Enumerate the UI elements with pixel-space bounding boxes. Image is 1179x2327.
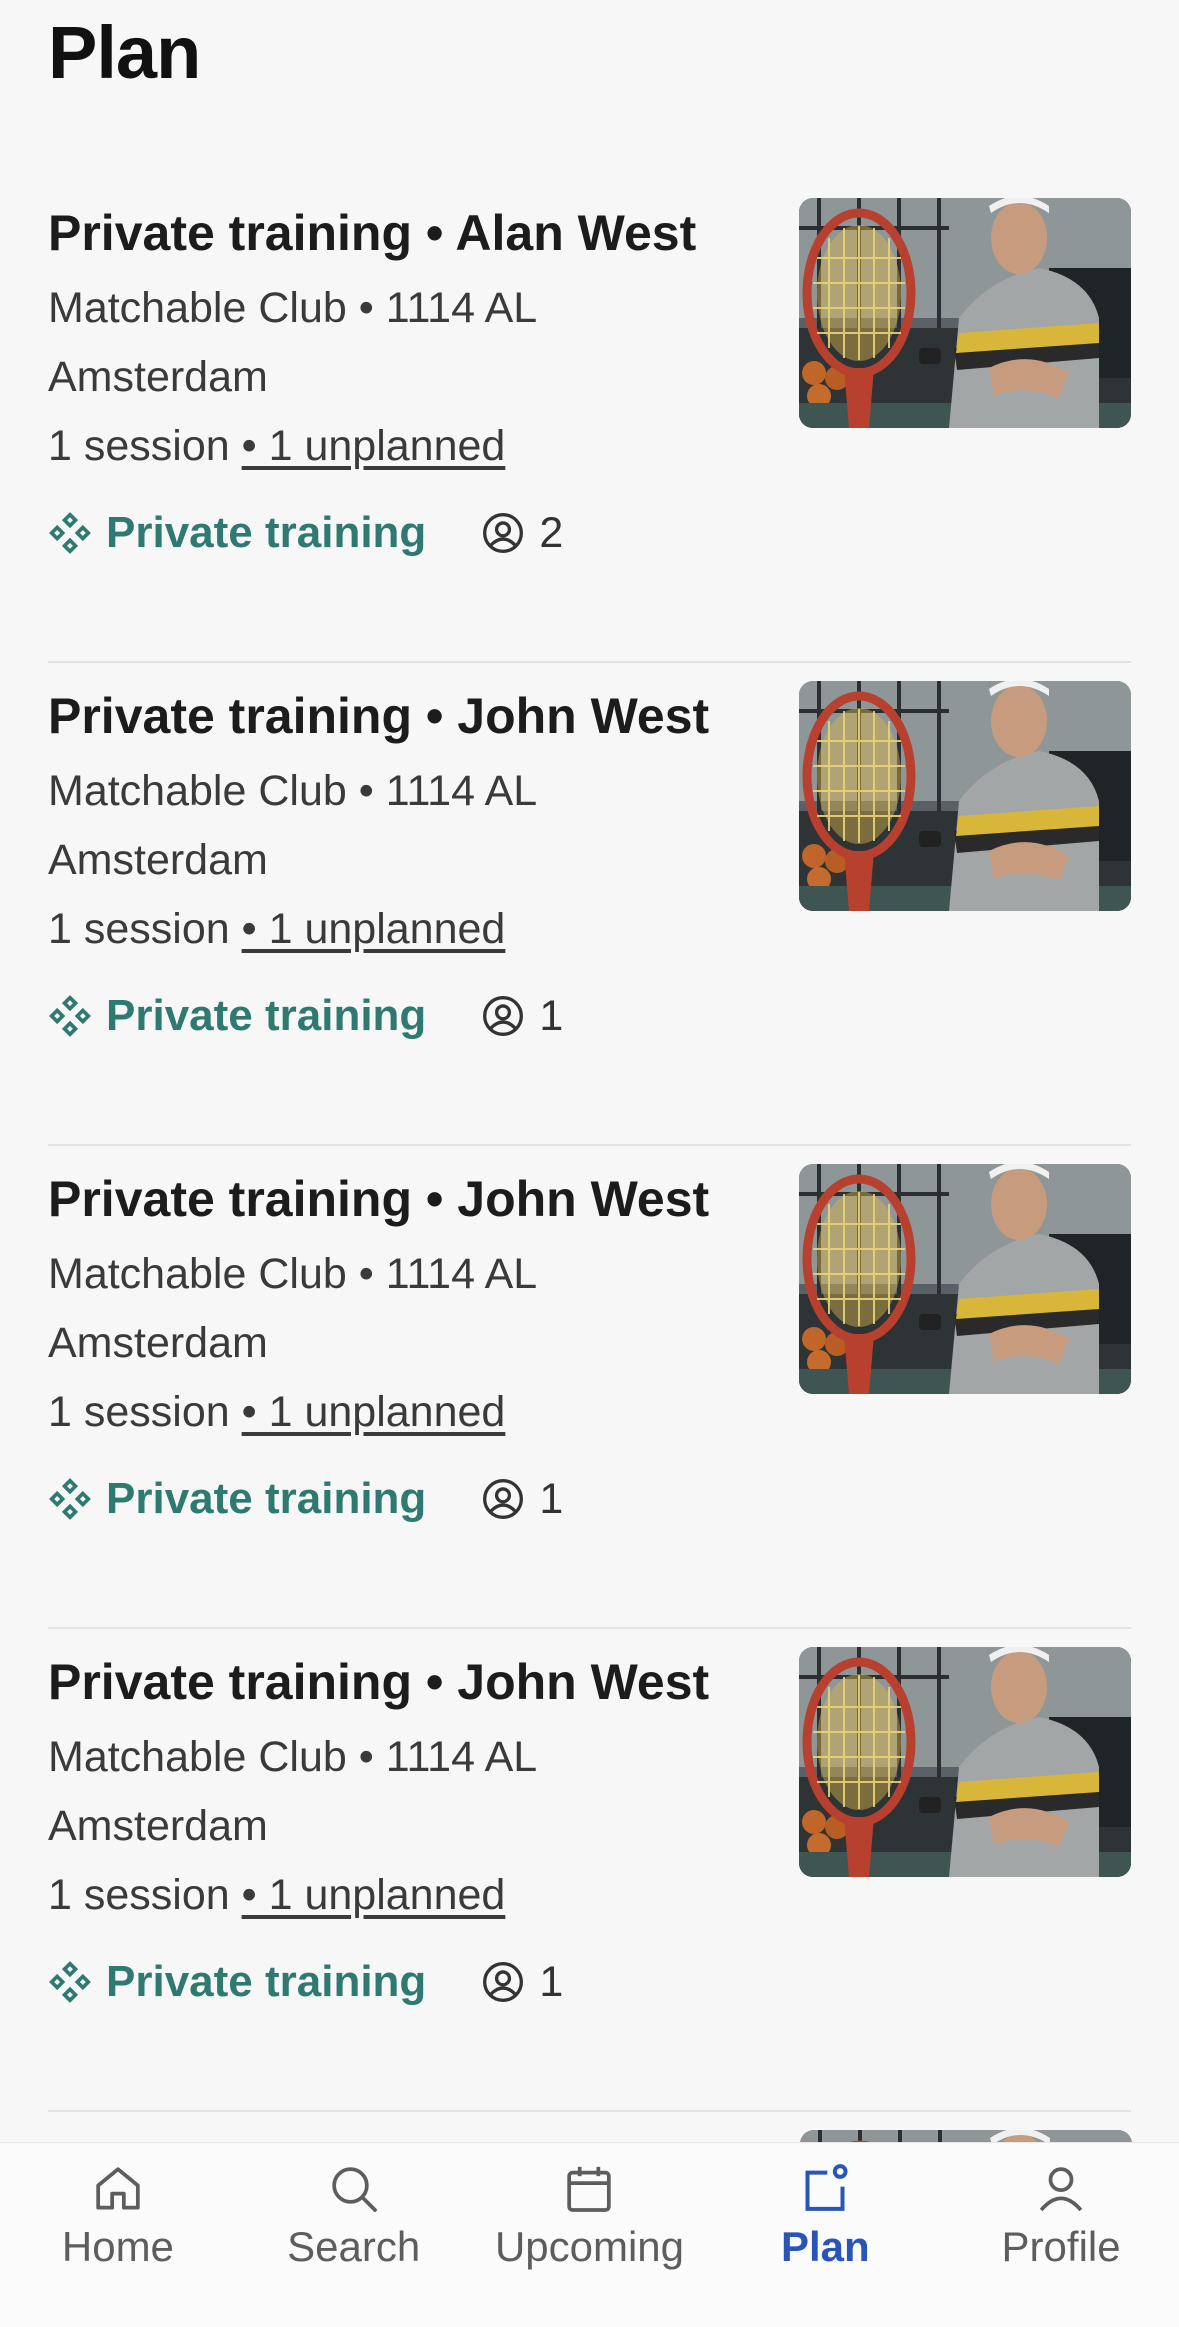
card-location: Matchable Club • 1114 AL Amsterdam (48, 1733, 536, 1850)
person-circle-icon (483, 513, 524, 553)
tab-profile[interactable]: Profile (943, 2143, 1179, 2327)
unplanned-link[interactable]: • 1 unplanned (242, 422, 506, 470)
card-meta: Private training 1 (48, 1469, 1131, 1529)
card-title: Private training • Alan West (48, 205, 697, 261)
participants-value: 1 (539, 991, 564, 1040)
page-title: Plan (48, 11, 201, 94)
card-title: Private training • John West (48, 1654, 710, 1710)
card-meta: Private training 1 (48, 1952, 1131, 2012)
card-meta: Private training 2 (48, 503, 1131, 563)
home-icon (96, 2167, 140, 2210)
participants-value: 1 (539, 1957, 564, 2006)
person-circle-icon (483, 996, 524, 1036)
tab-label: Home (61, 2223, 174, 2270)
tag-label: Private training (106, 991, 427, 1040)
diamond-grid-icon (49, 995, 91, 1037)
participants-count: 1 (481, 1475, 563, 1524)
tab-upcoming[interactable]: Upcoming (472, 2143, 708, 2327)
session-count: 1 session (48, 1388, 242, 1436)
coach-photo (799, 1647, 1131, 1877)
diamond-grid-icon (49, 512, 91, 554)
plan-list: Private training • Alan West Matchable C… (48, 180, 1131, 2112)
participants-count: 1 (481, 1958, 563, 2007)
tab-home[interactable]: Home (0, 2143, 236, 2327)
session-count: 1 session (48, 905, 242, 953)
tab-label: Plan (780, 2223, 870, 2270)
plan-card[interactable]: Private training • Alan West Matchable C… (48, 180, 1131, 663)
unplanned-link[interactable]: • 1 unplanned (242, 1871, 506, 1919)
card-meta: Private training 1 (48, 986, 1131, 1046)
training-type-tag: Private training (48, 1474, 426, 1524)
session-count: 1 session (48, 1871, 242, 1919)
tab-search[interactable]: Search (236, 2143, 472, 2327)
coach-photo (799, 198, 1131, 428)
profile-icon (1039, 2167, 1083, 2212)
tab-label: Upcoming (494, 2223, 685, 2270)
tab-label: Search (287, 2223, 421, 2270)
training-type-tag: Private training (48, 508, 426, 558)
unplanned-link[interactable]: • 1 unplanned (242, 905, 506, 953)
unplanned-link[interactable]: • 1 unplanned (242, 1388, 506, 1436)
tag-label: Private training (106, 1474, 427, 1523)
diamond-grid-icon (49, 1478, 91, 1520)
plan-icon (805, 2164, 848, 2211)
person-circle-icon (483, 1962, 524, 2002)
participants-value: 1 (539, 1474, 564, 1523)
bottom-tab-bar: Home Search Upcoming Plan Profile (0, 2142, 1179, 2327)
calendar-icon (567, 2166, 612, 2212)
card-location: Matchable Club • 1114 AL Amsterdam (48, 767, 536, 884)
card-location: Matchable Club • 1114 AL Amsterdam (48, 1250, 536, 1367)
training-type-tag: Private training (48, 991, 426, 1041)
tab-label: Profile (1001, 2223, 1121, 2270)
participants-value: 2 (539, 508, 564, 557)
participants-count: 2 (481, 509, 563, 558)
tag-label: Private training (106, 508, 427, 557)
person-circle-icon (483, 1479, 524, 1519)
coach-photo (799, 1164, 1131, 1394)
card-location: Matchable Club • 1114 AL Amsterdam (48, 284, 536, 401)
participants-count: 1 (481, 992, 563, 1041)
tag-label: Private training (106, 1957, 427, 2006)
training-type-tag: Private training (48, 1957, 426, 2007)
plan-card[interactable]: Private training • John West Matchable C… (48, 1146, 1131, 1629)
card-title: Private training • John West (48, 688, 710, 744)
search-icon (331, 2167, 377, 2212)
tab-plan[interactable]: Plan (707, 2143, 943, 2327)
plan-card[interactable]: Private training • John West Matchable C… (48, 1629, 1131, 2112)
card-title: Private training • John West (48, 1171, 710, 1227)
session-count: 1 session (48, 422, 242, 470)
coach-photo (799, 681, 1131, 911)
diamond-grid-icon (49, 1961, 91, 2003)
plan-card[interactable]: Private training • John West Matchable C… (48, 663, 1131, 1146)
